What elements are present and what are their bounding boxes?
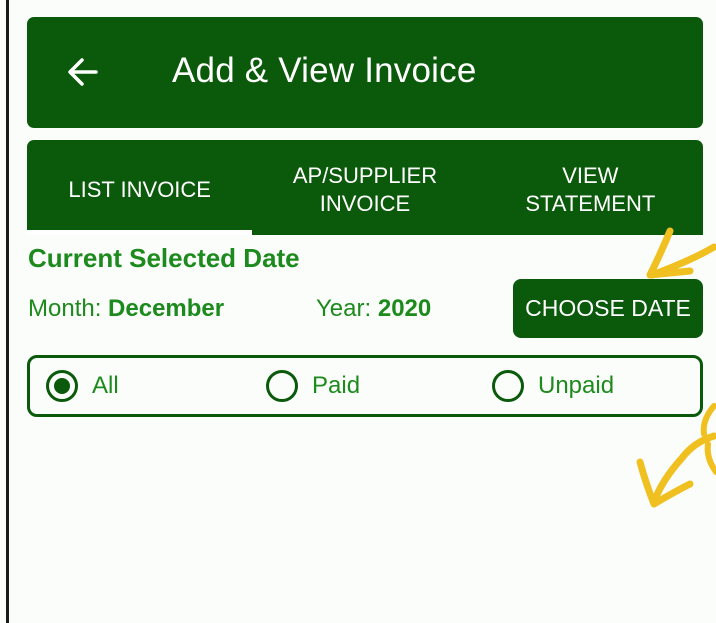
radio-button-icon — [266, 370, 298, 402]
tab-view-statement[interactable]: VIEW STATEMENT — [478, 140, 703, 235]
radio-button-icon — [46, 370, 78, 402]
section-title: Current Selected Date — [28, 243, 300, 273]
tab-list-invoice[interactable]: LIST INVOICE — [27, 140, 253, 235]
radio-unpaid[interactable]: Unpaid — [492, 370, 614, 402]
year-label: Year: — [316, 295, 372, 322]
month-value: December — [108, 295, 225, 322]
year-value: 2020 — [377, 295, 432, 322]
left-border-line — [6, 0, 9, 623]
month-display: Month: December — [28, 294, 224, 324]
month-label: Month: — [28, 295, 102, 322]
radio-paid[interactable]: Paid — [266, 370, 360, 402]
tab-ap-supplier-invoice-label: AP/SUPPLIER INVOICE — [292, 162, 438, 216]
radio-unpaid-label: Unpaid — [538, 372, 615, 399]
radio-paid-label: Paid — [312, 372, 361, 399]
arrow-left-icon[interactable] — [66, 55, 100, 89]
radio-button-icon — [492, 370, 524, 402]
tab-list-invoice-label: LIST INVOICE — [68, 176, 211, 202]
page-title: Add & View Invoice — [172, 51, 477, 90]
tab-ap-supplier-invoice[interactable]: AP/SUPPLIER INVOICE — [252, 140, 477, 235]
radio-all[interactable]: All — [46, 370, 119, 402]
year-display: Year: 2020 — [316, 294, 431, 324]
tab-selected-indicator — [27, 230, 253, 235]
choose-date-button[interactable]: CHOOSE DATE — [513, 279, 703, 338]
radio-all-label: All — [92, 372, 119, 399]
radio-selected-dot — [54, 378, 70, 394]
payment-filter-radio-group: All Paid Unpaid — [27, 355, 703, 417]
tab-bar: LIST INVOICE AP/SUPPLIER INVOICE VIEW ST… — [27, 140, 703, 235]
tab-view-statement-label: VIEW STATEMENT — [525, 162, 656, 216]
app-bar: Add & View Invoice — [27, 17, 703, 128]
